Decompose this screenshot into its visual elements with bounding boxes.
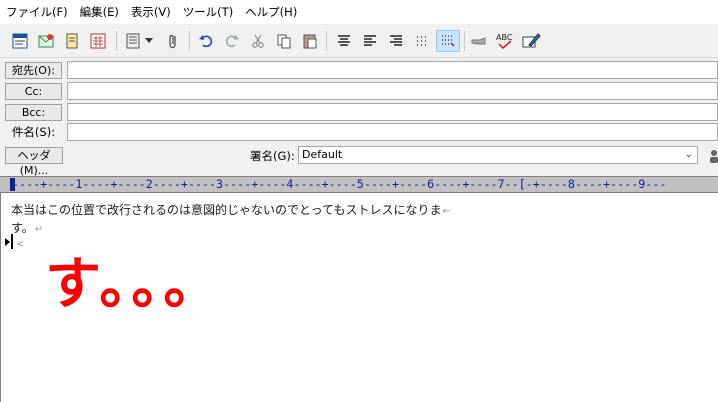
body-line-1-text: 本当はこの位置で改行されるのは意図的じゃないのでとってもストレスになりま (11, 203, 442, 217)
bcc-field[interactable] (67, 103, 718, 121)
bcc-row: Bcc: (0, 103, 718, 123)
eof-line: < (15, 236, 24, 250)
paste-icon[interactable] (299, 30, 321, 52)
notepad-icon[interactable] (61, 30, 83, 52)
template-icon[interactable] (122, 30, 144, 52)
to-field[interactable] (67, 61, 718, 79)
dropdown-arrow-icon[interactable] (142, 30, 156, 52)
cursor-line-marker (5, 238, 10, 246)
cut-icon[interactable] (247, 30, 269, 52)
hard-break-mark: ↵ (34, 224, 44, 235)
body-line-2: す。↵ (11, 219, 43, 236)
align-right-icon[interactable] (385, 30, 407, 52)
cc-button[interactable]: Cc: (5, 83, 62, 100)
message-body-editor[interactable]: 本当はこの位置で改行されるのは意図的じゃないのでとってもストレスになりま← す。… (0, 193, 718, 402)
signature-value: Default (302, 148, 343, 161)
attach-icon[interactable] (162, 30, 184, 52)
undo-icon[interactable] (195, 30, 217, 52)
signature-row: ヘッダ(M)... 署名(G): Default ⌄ (0, 146, 718, 177)
pointing-hand-icon[interactable] (468, 30, 490, 52)
menu-file[interactable]: ファイル(F) (0, 0, 74, 24)
subject-row: 件名(S): (0, 123, 718, 143)
soft-break-mark: ← (442, 206, 451, 217)
subject-label: 件名(S): (11, 125, 56, 139)
copy-icon[interactable] (273, 30, 295, 52)
align-center-icon[interactable] (333, 30, 355, 52)
header-button[interactable]: ヘッダ(M)... (5, 147, 63, 177)
person-icon[interactable] (708, 149, 718, 166)
toolbar-separator (189, 31, 190, 51)
show-marks-icon[interactable] (411, 30, 433, 52)
toolbar-separator (116, 31, 117, 51)
menu-help[interactable]: ヘルプ(H) (239, 0, 303, 24)
subject-field[interactable] (67, 123, 718, 141)
ruler-scale: ----+----1----+----2----+----3----+----4… (12, 177, 667, 191)
to-row: 宛先(O): (0, 61, 718, 81)
menu-edit[interactable]: 編集(E) (74, 0, 125, 24)
menu-tools[interactable]: ツール(T) (177, 0, 240, 24)
menu-bar: ファイル(F) 編集(E) 表示(V) ツール(T) ヘルプ(H) (0, 0, 718, 24)
signature-label: 署名(G): (250, 149, 295, 163)
menu-view[interactable]: 表示(V) (125, 0, 177, 24)
text-caret (11, 234, 13, 249)
address-book-icon[interactable] (9, 30, 31, 52)
signature-select[interactable]: Default ⌄ (298, 146, 698, 164)
align-left-icon[interactable] (359, 30, 381, 52)
body-line-1: 本当はこの位置で改行されるのは意図的じゃないのでとってもストレスになりま← (11, 201, 451, 218)
cc-row: Cc: (0, 82, 718, 102)
chevron-down-icon: ⌄ (684, 149, 693, 160)
calendar-icon[interactable] (87, 30, 109, 52)
toolbar: ABC (0, 25, 718, 58)
ruler[interactable]: ----+----1----+----2----+----3----+----4… (0, 176, 718, 193)
bcc-button[interactable]: Bcc: (5, 104, 62, 121)
redo-icon[interactable] (221, 30, 243, 52)
cc-field[interactable] (67, 82, 718, 100)
spell-check-icon[interactable]: ABC (494, 30, 516, 52)
to-button[interactable]: 宛先(O): (5, 62, 62, 79)
toolbar-separator (326, 31, 327, 51)
overlay-annotation-text: す。。。 (45, 252, 224, 317)
toolbar-separator (464, 31, 465, 51)
eof-mark: < (16, 239, 25, 250)
format-icon[interactable] (436, 30, 460, 52)
check-mail-icon[interactable] (35, 30, 57, 52)
signature-pen-icon[interactable] (520, 30, 542, 52)
body-line-2-text: す。 (11, 221, 34, 235)
